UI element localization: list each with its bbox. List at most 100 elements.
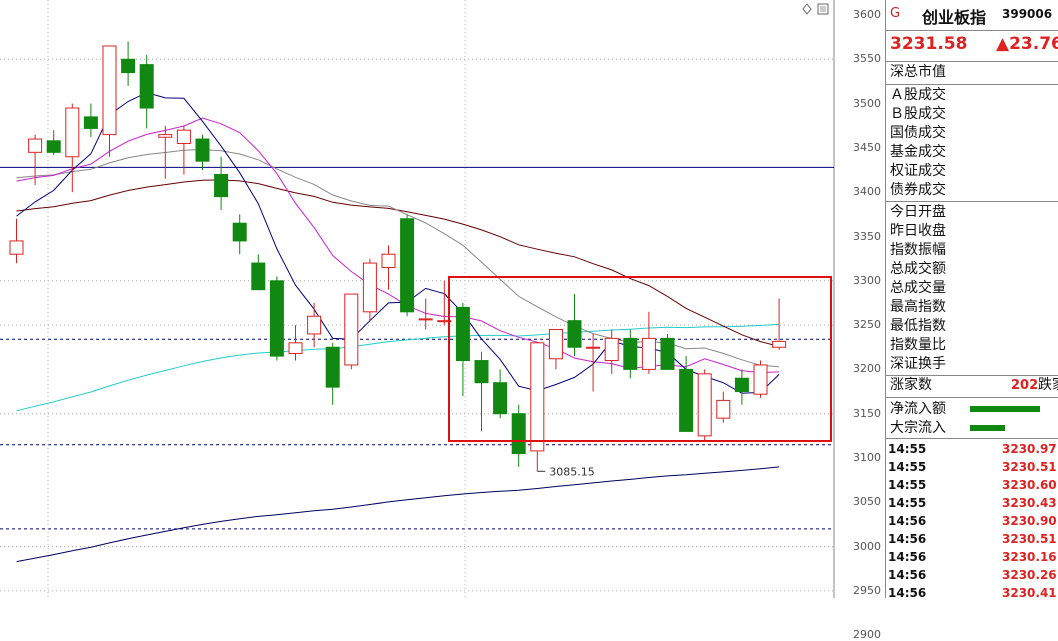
y-tick-label: 2900 — [853, 628, 881, 641]
candle-body[interactable] — [251, 262, 266, 291]
trade-price: 3230.60 — [1002, 478, 1057, 492]
index-code: 399006 — [1002, 7, 1053, 21]
trade-price: 3230.90 — [1002, 514, 1057, 528]
candle-body[interactable] — [660, 337, 675, 370]
turnover-item-label: Ａ股成交 — [890, 87, 946, 103]
stat-item-label: 总成交额 — [890, 261, 946, 277]
candle-body[interactable] — [753, 364, 768, 395]
y-tick-label: 3000 — [853, 539, 881, 553]
candle-body[interactable] — [734, 377, 749, 393]
trade-price: 3230.97 — [1002, 442, 1057, 456]
candle-body[interactable] — [65, 107, 80, 158]
candle-body[interactable] — [232, 222, 247, 242]
y-tick-label: 3250 — [853, 318, 881, 332]
candle-body[interactable] — [716, 399, 731, 419]
candle-body[interactable] — [641, 337, 656, 370]
y-tick-label: 3500 — [853, 96, 881, 110]
price-row: 3231.58 ▲23.76 — [886, 32, 1058, 60]
candle-body[interactable] — [474, 360, 489, 384]
fall-count-label: 跌家 — [1038, 377, 1058, 393]
candle-body[interactable] — [269, 280, 284, 357]
candle-body[interactable] — [307, 315, 322, 335]
candle-body[interactable] — [102, 45, 117, 136]
turnover-item-label: 基金成交 — [890, 144, 946, 160]
rise-count-label: 涨家数 — [890, 377, 932, 393]
candle-body[interactable] — [214, 173, 229, 198]
candle-body[interactable] — [158, 134, 173, 138]
diamond-icon[interactable] — [802, 3, 812, 15]
y-tick-label: 3050 — [853, 495, 881, 509]
candle-body[interactable] — [121, 58, 136, 74]
y-tick-label: 3550 — [853, 52, 881, 66]
g-mark: G — [890, 6, 901, 21]
candle-body[interactable] — [288, 342, 303, 354]
candle-body[interactable] — [139, 64, 154, 109]
stat-item-label: 总成交量 — [890, 280, 946, 296]
turnover-item-label: Ｂ股成交 — [890, 106, 946, 122]
flow-bar — [970, 406, 1040, 412]
candle-body[interactable] — [362, 262, 377, 313]
candle-body[interactable] — [400, 218, 415, 313]
divider — [886, 84, 1058, 85]
index-name: 创业板指 — [922, 8, 987, 27]
y-tick-label: 3150 — [853, 406, 881, 420]
kline-chart[interactable]: 3085.15 — [0, 0, 835, 617]
candle-body[interactable] — [83, 116, 98, 129]
stat-item-label: 深证换手 — [890, 356, 946, 372]
highlight-box — [448, 276, 832, 442]
candle-body[interactable] — [344, 293, 359, 366]
y-tick-label: 3600 — [853, 8, 881, 21]
candle-body[interactable] — [46, 140, 61, 153]
trade-price: 3230.16 — [1002, 550, 1057, 564]
rise-count-value: 202 — [1011, 378, 1039, 393]
trade-price: 3230.43 — [1002, 496, 1057, 510]
trade-time: 14:56 — [888, 550, 927, 564]
candle-body[interactable] — [548, 329, 563, 360]
title-row: G 创业板指 399006 — [886, 0, 1058, 30]
candle-body[interactable] — [697, 373, 712, 437]
trade-price: 3230.51 — [1002, 460, 1057, 474]
stat-item-label: 昨日收盘 — [890, 223, 946, 239]
price-change: ▲23.76 — [996, 34, 1058, 54]
flow-label: 净流入额 — [890, 401, 946, 417]
y-tick-label: 3450 — [853, 140, 881, 154]
candle-body[interactable] — [9, 240, 24, 255]
kline-svg[interactable]: 3085.15 — [0, 0, 835, 617]
candle-body[interactable] — [772, 340, 787, 348]
candle-body[interactable] — [176, 129, 191, 144]
candle-body[interactable] — [604, 337, 619, 362]
candle-body[interactable] — [325, 346, 340, 388]
stat-item-label: 最高指数 — [890, 299, 946, 315]
y-tick-label: 3200 — [853, 362, 881, 376]
trade-time: 14:56 — [888, 514, 927, 528]
stat-item-label: 指数量比 — [890, 337, 946, 353]
stat-item-label: 今日开盘 — [890, 204, 946, 220]
turnover-item-label: 权证成交 — [890, 163, 946, 179]
candle-body[interactable] — [511, 413, 526, 455]
ma30-line — [16, 179, 780, 347]
candle-body[interactable] — [381, 253, 396, 269]
last-price: 3231.58 — [890, 34, 968, 54]
stat-item-label: 指数振幅 — [890, 242, 946, 258]
candle-body[interactable] — [586, 346, 601, 349]
candle-body[interactable] — [493, 382, 508, 415]
candle-body[interactable] — [28, 138, 43, 153]
flow-label: 大宗流入 — [890, 420, 946, 436]
trade-price: 3230.26 — [1002, 568, 1057, 582]
candle-body[interactable] — [530, 342, 545, 452]
candle-body[interactable] — [679, 368, 694, 432]
turnover-item-label: 债券成交 — [890, 182, 946, 198]
candle-body[interactable] — [455, 306, 470, 362]
candle-body[interactable] — [418, 318, 433, 321]
y-tick-label: 3350 — [853, 229, 881, 243]
price-axis: 3600 3550 3500 3450 3400 3350 3300 3250 3200 3150… — [835, 0, 885, 641]
low-price-label: 3085.15 — [549, 465, 595, 478]
trade-time: 14:55 — [888, 496, 927, 510]
candle-body[interactable] — [567, 320, 582, 348]
y-tick-label: 2950 — [853, 583, 881, 597]
divider — [886, 61, 1058, 62]
divider — [886, 30, 1058, 31]
trade-time: 14:55 — [888, 460, 927, 474]
candle-body[interactable] — [195, 138, 210, 162]
candle-body[interactable] — [623, 337, 638, 370]
